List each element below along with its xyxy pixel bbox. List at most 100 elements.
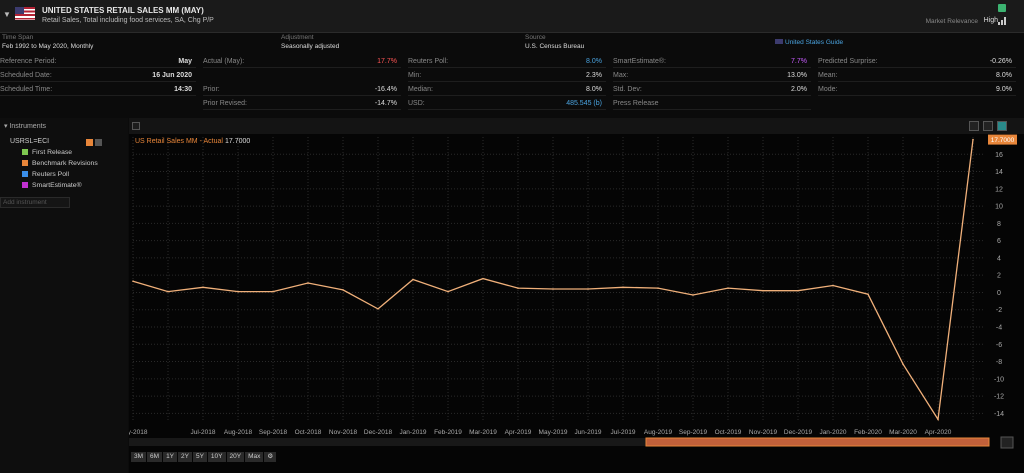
- actual-row: Actual (May): 17.7%: [203, 56, 401, 68]
- instruments-section[interactable]: ▾ Instruments: [4, 122, 46, 130]
- x-tick-label: Jun-2019: [574, 429, 601, 436]
- series-color-icon[interactable]: [86, 139, 93, 146]
- data-point: [762, 289, 764, 292]
- y-tick-label: 4: [997, 255, 1001, 262]
- x-tick-label: Jan-2020: [819, 429, 846, 436]
- us-flag-icon: [15, 7, 35, 20]
- x-tick-label: Nov-2019: [749, 429, 778, 436]
- prior-label: Prior:: [203, 86, 220, 93]
- max-label: Max:: [613, 72, 629, 79]
- mode-row: Mode: 9.0%: [818, 84, 1016, 96]
- usd-row: USD: 485.545 (b): [408, 98, 606, 110]
- data-point: [377, 308, 379, 310]
- market-relevance-label: Market Relevance: [925, 18, 978, 25]
- x-tick-label: Aug-2018: [224, 429, 253, 436]
- prior-row: Prior: -16.4%: [203, 84, 401, 96]
- signal-bars-icon: [998, 17, 1006, 25]
- data-point: [867, 293, 869, 295]
- y-tick-label: 10: [995, 204, 1003, 211]
- x-tick-label: May-2018: [129, 429, 148, 436]
- y-tick-label: 8: [997, 221, 1001, 228]
- source-value: U.S. Census Bureau: [525, 43, 585, 50]
- chart-settings-icon[interactable]: ⚙: [264, 452, 277, 462]
- data-point: [587, 288, 589, 290]
- median-row: Median: 8.0%: [408, 84, 606, 96]
- y-tick-label: 2: [997, 273, 1001, 280]
- prior-revised-row: Prior Revised: -14.7%: [203, 98, 401, 110]
- x-tick-label: Dec-2018: [364, 429, 393, 436]
- prior-value: -16.4%: [374, 86, 397, 93]
- page-title: UNITED STATES RETAIL SALES MM (MAY): [42, 6, 204, 15]
- range-button-10y[interactable]: 10Y: [207, 452, 226, 462]
- predicted-surprise-row: Predicted Surprise: -0.26%: [818, 56, 1016, 68]
- actual-label: Actual (May):: [203, 58, 245, 65]
- data-point: [727, 287, 729, 289]
- mode-label: Mode:: [818, 86, 838, 93]
- header-bar: ▼ UNITED STATES RETAIL SALES MM (MAY) Re…: [0, 0, 1024, 33]
- instrument-settings-icon[interactable]: [95, 139, 102, 146]
- fullscreen-icon: [1000, 436, 1014, 449]
- scheduled-time-label: Scheduled Time:: [0, 86, 53, 93]
- press-release-link[interactable]: Press Release: [613, 100, 659, 107]
- country-guide[interactable]: United States Guide: [775, 39, 843, 46]
- predicted-surprise-value: -0.26%: [989, 58, 1012, 65]
- range-button-20y[interactable]: 20Y: [226, 452, 245, 462]
- legend-label: Benchmark Revisions: [32, 160, 98, 167]
- std-dev-value: 2.0%: [791, 86, 807, 93]
- smartestimate-row: SmartEstimate®: 7.7%: [613, 56, 811, 68]
- data-point: [657, 287, 659, 289]
- data-point: [622, 286, 624, 289]
- scheduled-date-row: Scheduled Date: 16 Jun 2020: [0, 70, 196, 82]
- add-instrument-input[interactable]: Add instrument: [0, 197, 70, 208]
- instrument-ric[interactable]: USRSL=ECI: [10, 138, 49, 145]
- min-value: 2.3%: [586, 72, 602, 79]
- legend-item[interactable]: First Release: [22, 149, 72, 156]
- max-value: 13.0%: [787, 72, 807, 79]
- range-button-6m[interactable]: 6M: [147, 452, 163, 462]
- source: Source U.S. Census Bureau: [525, 34, 584, 50]
- y-tick-label: 14: [995, 169, 1003, 176]
- std-dev-row: Std. Dev: 2.0%: [613, 84, 811, 96]
- data-point: [482, 277, 484, 280]
- y-tick-label: -4: [996, 325, 1002, 332]
- x-tick-label: Mar-2020: [889, 429, 917, 436]
- legend-item[interactable]: Benchmark Revisions: [22, 160, 98, 167]
- legend-item[interactable]: Reuters Poll: [22, 171, 69, 178]
- chart-area[interactable]: -14-12-10-8-6-4-20246810121416PercentUS …: [129, 118, 1024, 473]
- y-tick-label: 16: [995, 152, 1003, 159]
- min-row: Min: 2.3%: [408, 70, 606, 82]
- predicted-surprise-label: Predicted Surprise:: [818, 58, 878, 65]
- data-point: [307, 282, 309, 284]
- mean-value: 8.0%: [996, 72, 1012, 79]
- y-tick-label: 12: [995, 186, 1003, 193]
- legend-item[interactable]: SmartEstimate®: [22, 182, 82, 189]
- country-guide-link[interactable]: United States Guide: [785, 39, 843, 46]
- prior-revised-value: -14.7%: [374, 100, 397, 107]
- excel-export-icon[interactable]: [998, 4, 1006, 12]
- range-button-3m[interactable]: 3M: [131, 452, 147, 462]
- data-point: [832, 284, 834, 287]
- range-button-5y[interactable]: 5Y: [192, 452, 207, 462]
- adjustment: Adjustment Seasonally adjusted: [281, 34, 339, 50]
- smartestimate-label: SmartEstimate®:: [613, 58, 667, 65]
- scheduled-time-row: Scheduled Time: 14:30: [0, 84, 196, 96]
- data-point: [342, 289, 344, 291]
- time-span-label: Time Span: [2, 34, 34, 41]
- y-tick-label: 6: [997, 238, 1001, 245]
- data-point: [972, 138, 974, 141]
- x-tick-label: Aug-2019: [644, 429, 673, 436]
- source-label: Source: [525, 34, 546, 41]
- usd-value[interactable]: 485.545 (b): [566, 100, 602, 107]
- y-tick-label: -2: [996, 307, 1002, 314]
- y-tick-label: -8: [996, 359, 1002, 366]
- data-point: [902, 363, 904, 365]
- mean-row: Mean: 8.0%: [818, 70, 1016, 82]
- press-release-row: Press Release: [613, 98, 811, 110]
- range-button-2y[interactable]: 2Y: [178, 452, 192, 462]
- collapse-triangle-icon[interactable]: ▼: [3, 10, 11, 19]
- usd-label: USD:: [408, 100, 425, 107]
- x-tick-label: Oct-2018: [295, 429, 322, 436]
- range-button-1y[interactable]: 1Y: [163, 452, 178, 462]
- range-button-max[interactable]: Max: [245, 452, 264, 462]
- data-point: [412, 278, 414, 281]
